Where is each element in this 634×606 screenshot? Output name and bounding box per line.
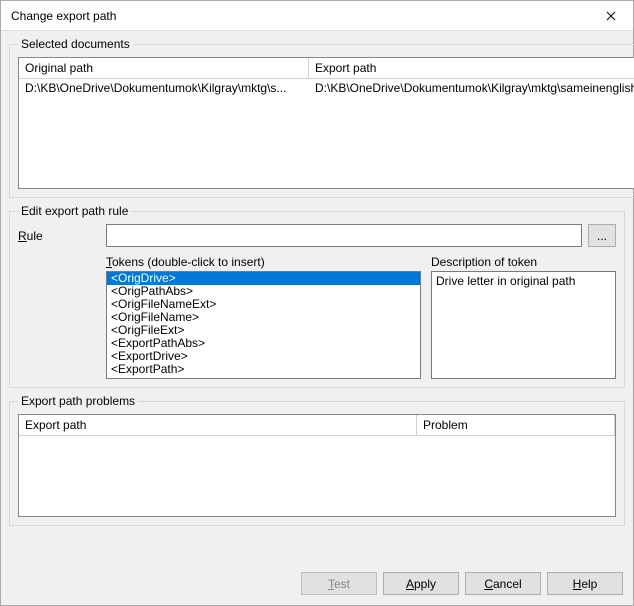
- dialog-content: Selected documents Original path Export …: [1, 31, 633, 564]
- token-description: Drive letter in original path: [431, 271, 616, 379]
- rule-input[interactable]: [106, 224, 582, 247]
- window-title: Change export path: [11, 9, 116, 23]
- cancel-button[interactable]: Cancel: [465, 572, 541, 595]
- tokens-column: Tokens (double-click to insert) <OrigDri…: [106, 255, 421, 379]
- documents-table[interactable]: Original path Export path D:\KB\OneDrive…: [18, 57, 634, 189]
- list-item[interactable]: <ExportPath>: [107, 363, 420, 376]
- column-header-export-path[interactable]: Export path: [309, 58, 634, 78]
- description-label: Description of token: [431, 255, 616, 269]
- cell-export-path: D:\KB\OneDrive\Dokumentumok\Kilgray\mktg…: [309, 79, 634, 97]
- table-row[interactable]: D:\KB\OneDrive\Dokumentumok\Kilgray\mktg…: [19, 79, 634, 97]
- test-button: Test: [301, 572, 377, 595]
- dialog-window: Change export path Selected documents Or…: [0, 0, 634, 606]
- problems-legend: Export path problems: [18, 394, 138, 408]
- column-header-original-path[interactable]: Original path: [19, 58, 309, 78]
- edit-rule-group: Edit export path rule Rule ... Tokens (d…: [9, 204, 625, 388]
- column-header-export-path-2[interactable]: Export path: [19, 415, 417, 435]
- problems-group: Export path problems Export path Problem: [9, 394, 625, 526]
- rule-label: Rule: [18, 229, 100, 243]
- problems-table[interactable]: Export path Problem: [18, 414, 616, 517]
- column-header-problem[interactable]: Problem: [417, 415, 615, 435]
- help-button[interactable]: Help: [547, 572, 623, 595]
- tokens-listbox[interactable]: <OrigDrive> <OrigPathAbs> <OrigFileNameE…: [106, 271, 421, 379]
- rule-row: Rule ...: [18, 224, 616, 247]
- titlebar: Change export path: [1, 1, 633, 31]
- selected-documents-group: Selected documents Original path Export …: [9, 37, 634, 198]
- description-column: Description of token Drive letter in ori…: [431, 255, 616, 379]
- button-bar: Test Apply Cancel Help: [1, 564, 633, 605]
- tokens-row: Tokens (double-click to insert) <OrigDri…: [18, 255, 616, 379]
- cell-original-path: D:\KB\OneDrive\Dokumentumok\Kilgray\mktg…: [19, 79, 309, 97]
- close-icon: [606, 11, 616, 21]
- documents-table-body: D:\KB\OneDrive\Dokumentumok\Kilgray\mktg…: [19, 79, 634, 188]
- selected-documents-legend: Selected documents: [18, 37, 133, 51]
- problems-table-header: Export path Problem: [19, 415, 615, 436]
- documents-table-header: Original path Export path: [19, 58, 634, 79]
- close-button[interactable]: [588, 1, 633, 31]
- apply-button[interactable]: Apply: [383, 572, 459, 595]
- browse-button[interactable]: ...: [588, 224, 616, 247]
- edit-rule-legend: Edit export path rule: [18, 204, 131, 218]
- tokens-label: Tokens (double-click to insert): [106, 255, 421, 269]
